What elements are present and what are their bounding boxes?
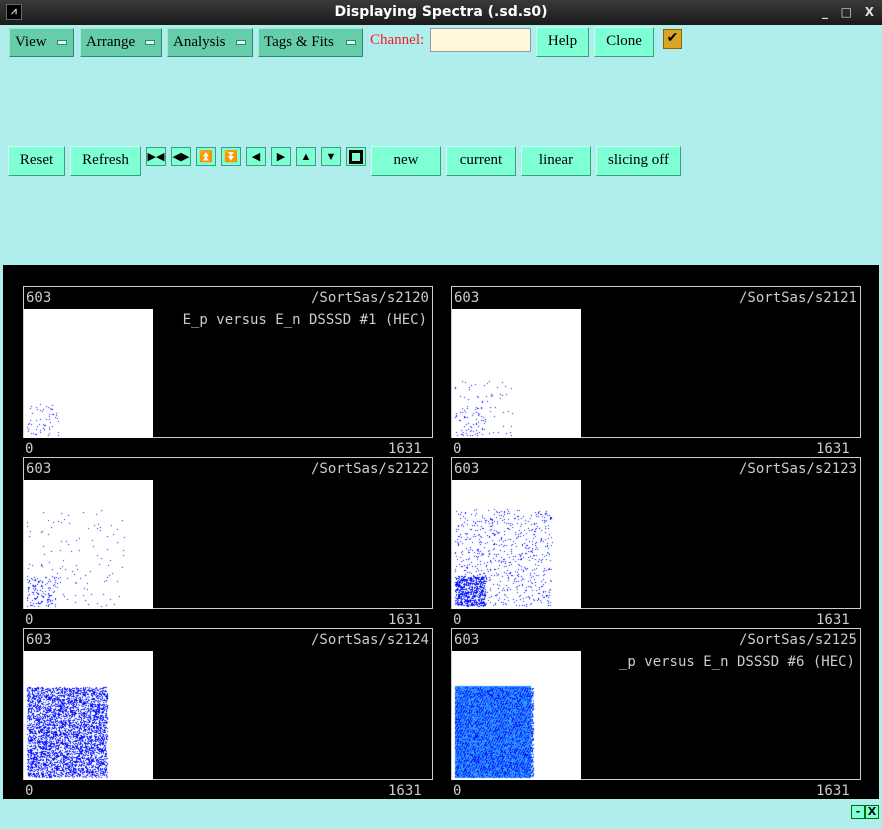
y-max-label: 603: [454, 632, 480, 648]
x-min-label: 0: [453, 612, 462, 628]
x-min-label: 0: [25, 783, 34, 799]
x-max-label: 1631: [816, 612, 850, 628]
menu-analysis[interactable]: Analysis: [167, 28, 253, 57]
spectrum-panel[interactable]: 603 /SortSas/s2124: [23, 628, 433, 780]
linear-button[interactable]: linear: [521, 146, 591, 176]
menu-tags-fits[interactable]: Tags & Fits: [258, 28, 363, 57]
close-pane-button[interactable]: X: [865, 805, 879, 819]
scatter-plot: [24, 309, 153, 438]
x-max-label: 1631: [816, 441, 850, 457]
menu-view[interactable]: View: [9, 28, 74, 57]
scatter-plot: [452, 651, 581, 780]
slicing-button[interactable]: slicing off: [596, 146, 681, 176]
current-button[interactable]: current: [446, 146, 516, 176]
x-min-label: 0: [25, 612, 34, 628]
scroll-down-icon[interactable]: ▼: [321, 147, 341, 166]
x-min-label: 0: [25, 441, 34, 457]
x-min-label: 0: [453, 441, 462, 457]
scatter-plot: [24, 480, 153, 609]
menu-label: Arrange: [86, 34, 136, 50]
spectra-canvas[interactable]: 603 /SortSas/s2120 E_p versus E_n DSSSD …: [3, 265, 879, 799]
new-button[interactable]: new: [371, 146, 441, 176]
spectrum-name: /SortSas/s2124: [310, 632, 429, 648]
scatter-plot: [452, 309, 581, 438]
minimize-button[interactable]: _: [822, 0, 828, 25]
clone-button[interactable]: Clone: [594, 27, 654, 57]
expand-up-icon[interactable]: ⏫: [196, 147, 216, 166]
refresh-button[interactable]: Refresh: [70, 146, 141, 176]
shrink-horizontal-icon[interactable]: ◀▶: [171, 147, 191, 166]
spectrum-panel[interactable]: 603 /SortSas/s2123: [451, 457, 861, 609]
menu-label: Analysis: [173, 34, 226, 50]
spectrum-panel[interactable]: 603 /SortSas/s2121: [451, 286, 861, 438]
spectrum-name: /SortSas/s2121: [738, 290, 857, 306]
spectrum-title: _p versus E_n DSSSD #6 (HEC): [618, 654, 855, 670]
x-max-label: 1631: [816, 783, 850, 799]
spectrum-title: E_p versus E_n DSSSD #1 (HEC): [182, 312, 427, 328]
scroll-right-icon[interactable]: ▶: [271, 147, 291, 166]
dropdown-indicator-icon: [57, 40, 67, 45]
reset-button[interactable]: Reset: [8, 146, 65, 176]
help-button[interactable]: Help: [536, 27, 589, 57]
minimize-pane-button[interactable]: -: [851, 805, 865, 819]
spectrum-panel[interactable]: 603 /SortSas/s2120 E_p versus E_n DSSSD …: [23, 286, 433, 438]
spectrum-panel[interactable]: 603 /SortSas/s2125 _p versus E_n DSSSD #…: [451, 628, 861, 780]
channel-label: Channel:: [370, 32, 425, 48]
scatter-plot: [452, 480, 581, 609]
scroll-up-icon[interactable]: ▲: [296, 147, 316, 166]
spectrum-name: /SortSas/s2123: [738, 461, 857, 477]
menu-label: Tags & Fits: [264, 34, 334, 50]
x-max-label: 1631: [388, 441, 422, 457]
expand-horizontal-icon[interactable]: ▶◀: [146, 147, 166, 166]
dropdown-indicator-icon: [236, 40, 246, 45]
spectrum-panel[interactable]: 603 /SortSas/s2122: [23, 457, 433, 609]
dropdown-indicator-icon: [145, 40, 155, 45]
x-max-label: 1631: [388, 783, 422, 799]
spectrum-name: /SortSas/s2122: [310, 461, 429, 477]
full-view-icon[interactable]: [346, 147, 366, 166]
dropdown-indicator-icon: [346, 40, 356, 45]
scroll-left-icon[interactable]: ◀: [246, 147, 266, 166]
close-button[interactable]: X: [865, 0, 874, 25]
menu-label: View: [15, 34, 47, 50]
spectrum-name: /SortSas/s2125: [738, 632, 857, 648]
expand-down-icon[interactable]: ⏬: [221, 147, 241, 166]
y-max-label: 603: [26, 461, 52, 477]
x-min-label: 0: [453, 783, 462, 799]
bottom-controls: - X: [851, 805, 879, 819]
title-bar: ⩘ Displaying Spectra (.sd.s0) _ □ X: [0, 0, 882, 25]
y-max-label: 603: [454, 290, 480, 306]
y-max-label: 603: [454, 461, 480, 477]
scatter-plot: [24, 651, 153, 780]
app-icon: ⩘: [6, 4, 22, 20]
y-max-label: 603: [26, 632, 52, 648]
window-title: Displaying Spectra (.sd.s0): [334, 4, 548, 20]
checkbox[interactable]: ✔: [663, 29, 682, 49]
x-max-label: 1631: [388, 612, 422, 628]
spectrum-name: /SortSas/s2120: [310, 290, 429, 306]
channel-input[interactable]: [430, 28, 531, 52]
y-max-label: 603: [26, 290, 52, 306]
maximize-button[interactable]: □: [841, 0, 852, 25]
menu-arrange[interactable]: Arrange: [80, 28, 162, 57]
